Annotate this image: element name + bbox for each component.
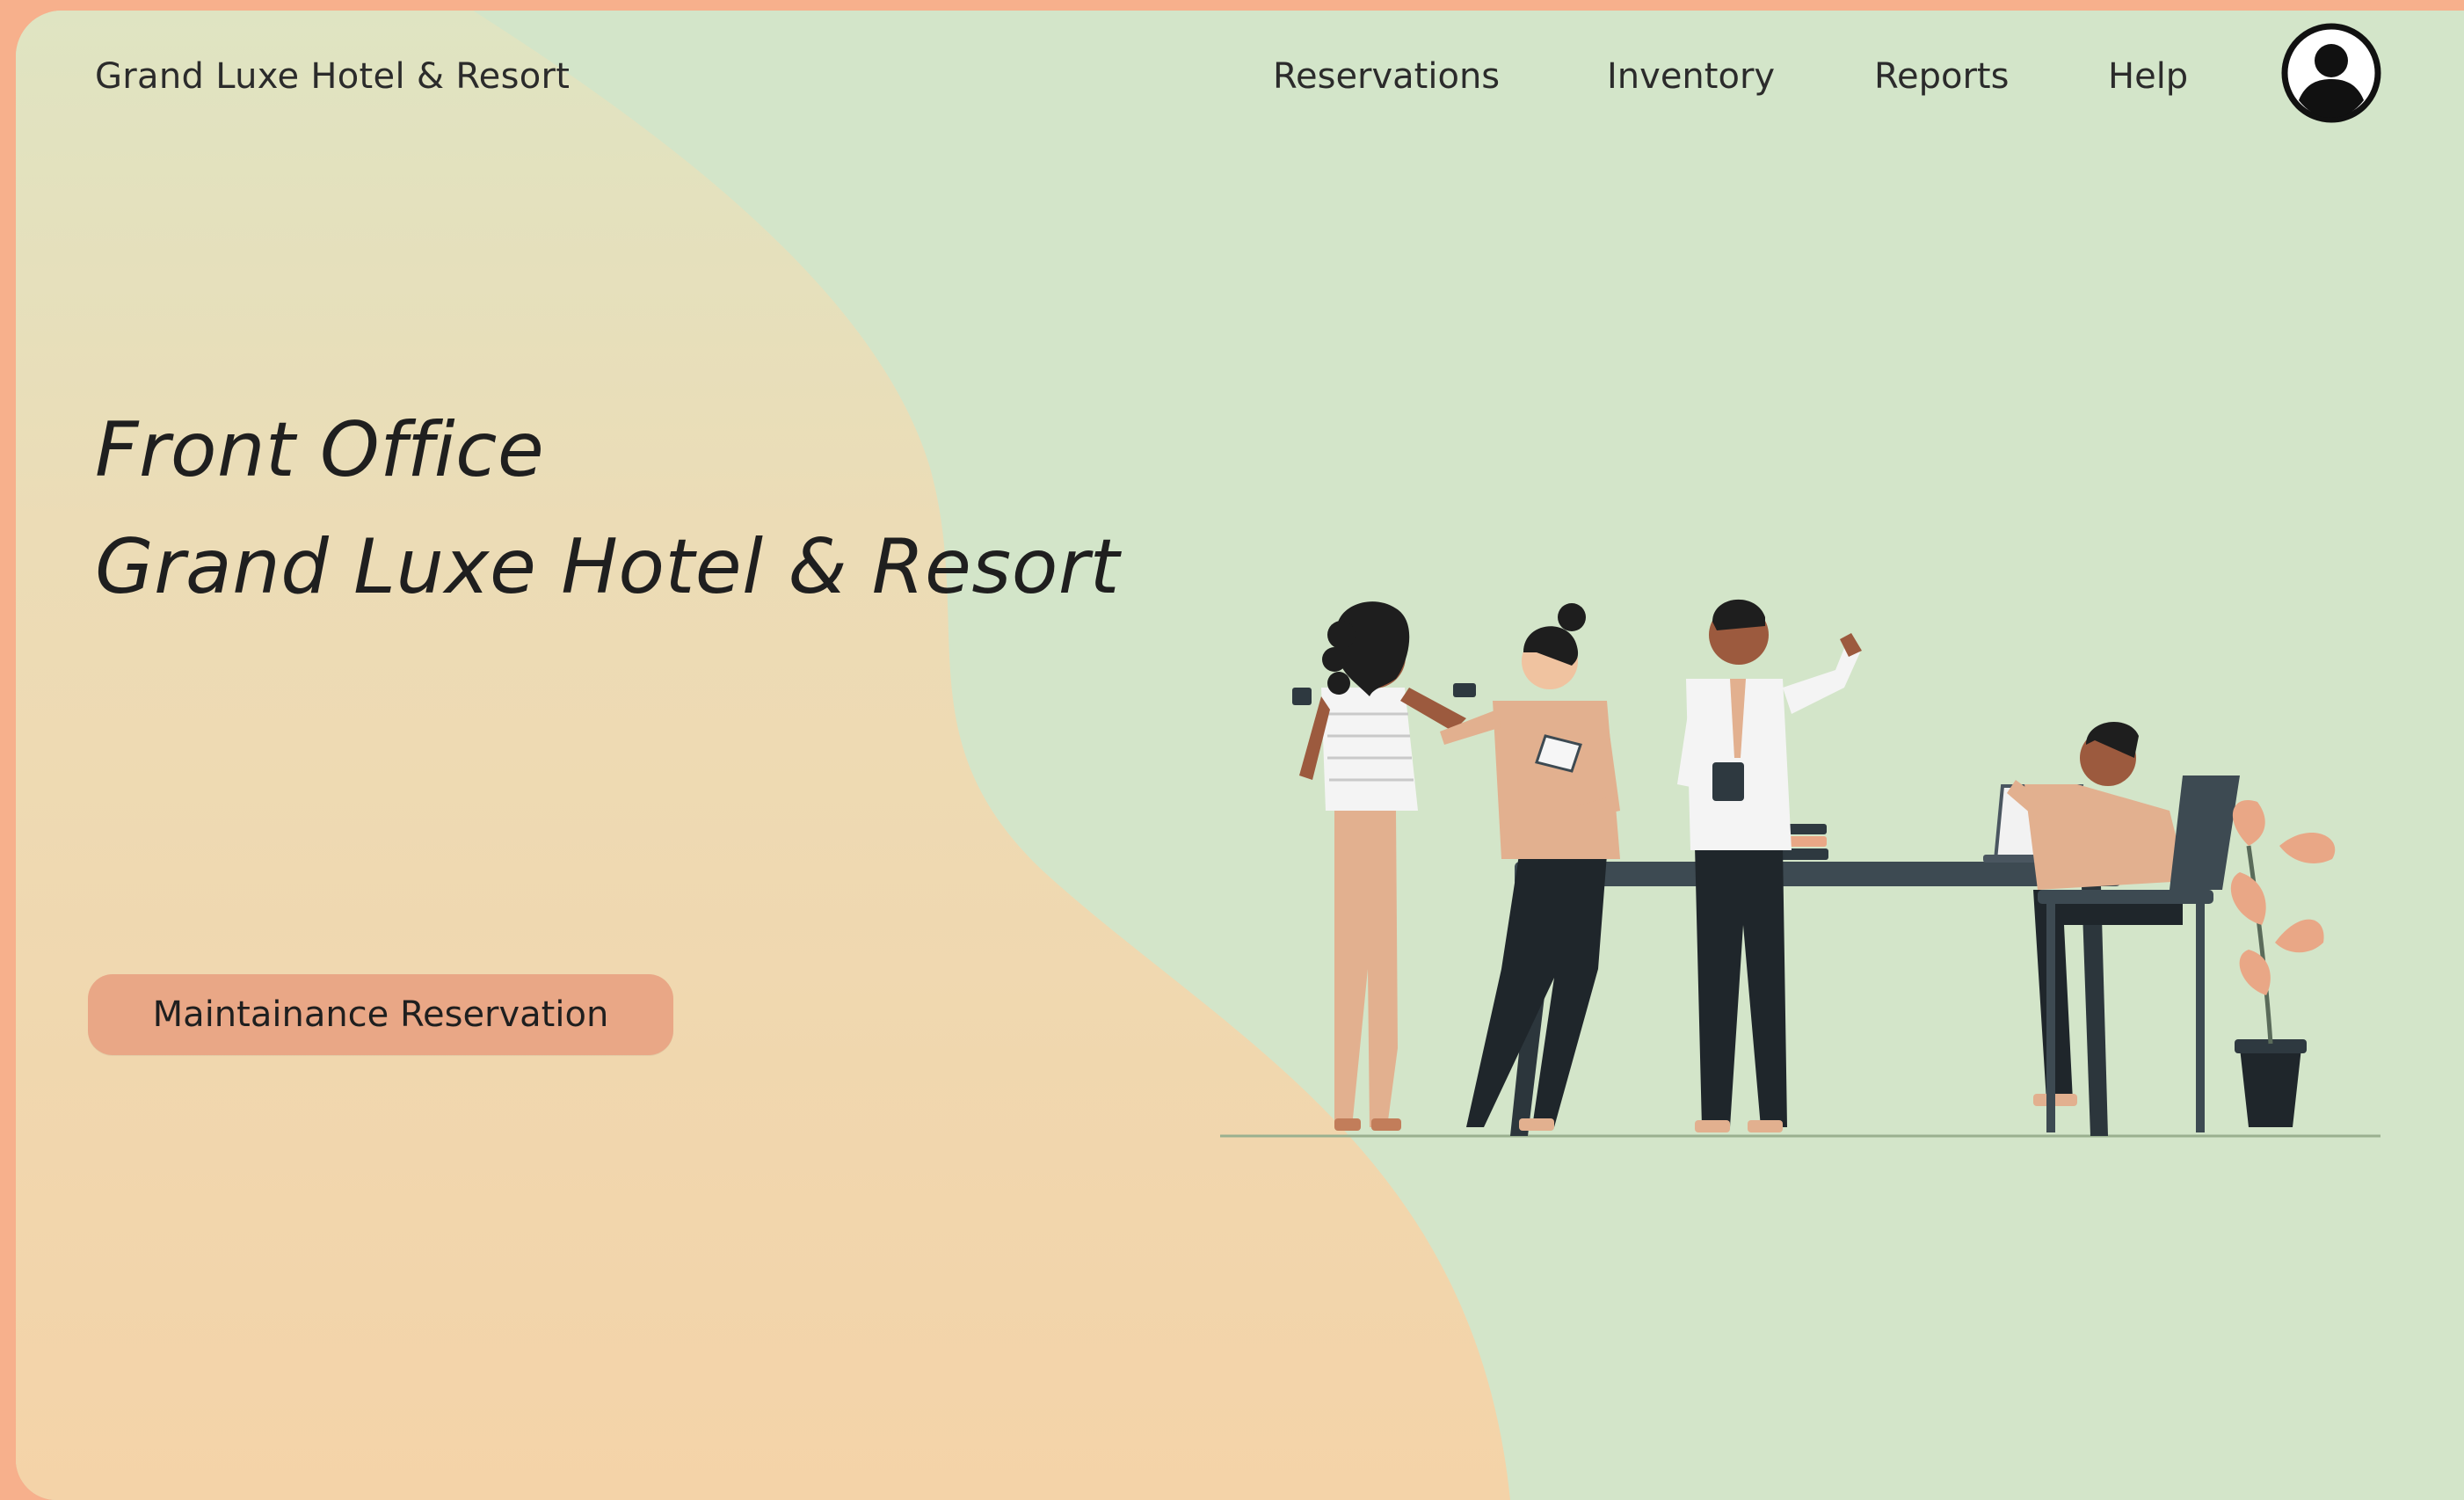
brand-title[interactable]: Grand Luxe Hotel & Resort: [95, 56, 570, 97]
person-right-seated: [2007, 721, 2240, 1132]
hero-title-line2: Grand Luxe Hotel & Resort: [95, 523, 1120, 611]
page-frame: Grand Luxe Hotel & Resort Reservations I…: [16, 11, 2464, 1500]
maintenance-reservation-button[interactable]: Maintainance Reservation: [88, 974, 673, 1055]
nav-reservations[interactable]: Reservations: [1273, 56, 1500, 97]
nav-reports[interactable]: Reports: [1874, 56, 2009, 97]
person-left: [1292, 601, 1476, 1131]
user-circle-icon[interactable]: [2279, 21, 2383, 125]
hero-title-line1: Front Office: [95, 406, 545, 494]
nav-help[interactable]: Help: [2108, 56, 2188, 97]
nav-inventory[interactable]: Inventory: [1607, 56, 1775, 97]
plant: [2230, 800, 2336, 1127]
team-meeting-illustration: [1220, 599, 2380, 1138]
